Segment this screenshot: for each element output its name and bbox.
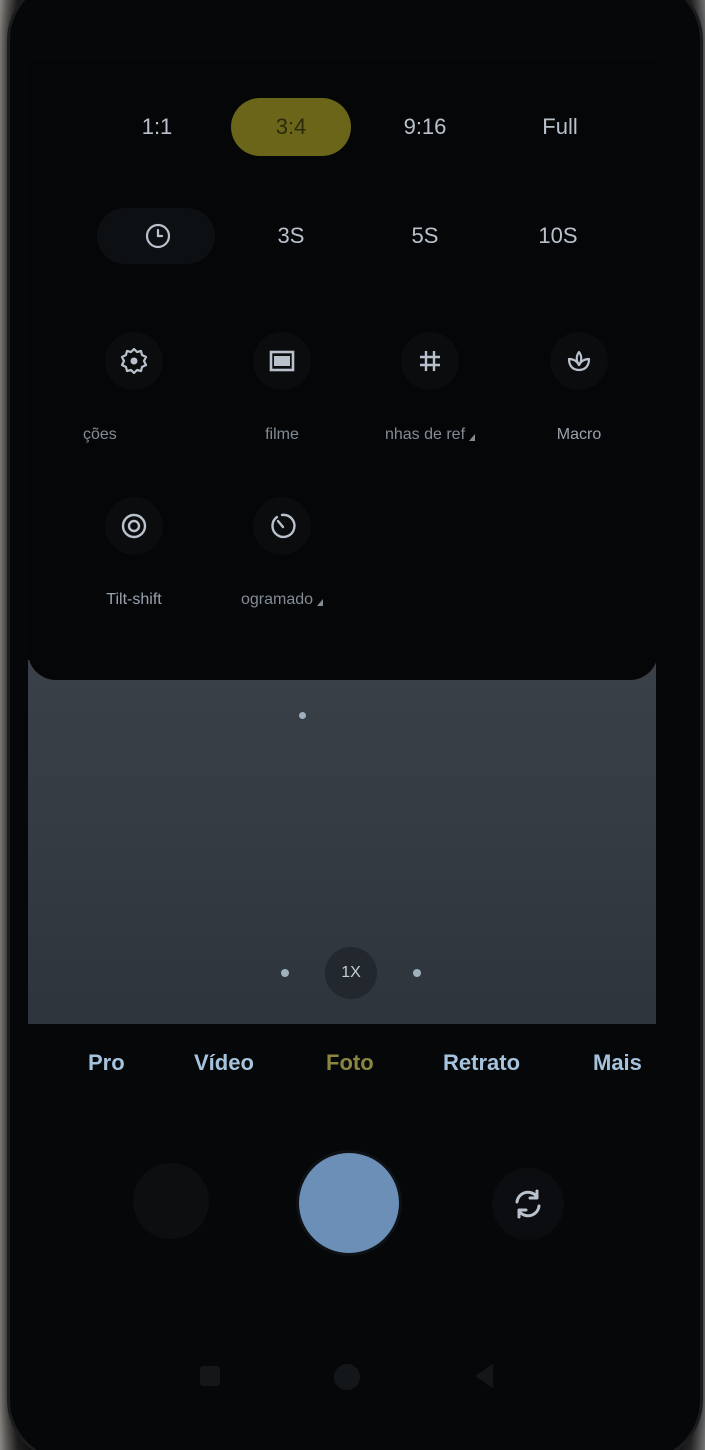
timer-row: 3S 5S 10S bbox=[0, 208, 705, 264]
focus-indicator bbox=[299, 712, 306, 719]
tile-settings-label: ções bbox=[83, 426, 117, 443]
clock-icon bbox=[145, 223, 171, 249]
zoom-row: 1X bbox=[0, 947, 705, 999]
camera-mode-selector: Pro Vídeo Foto Retrato Mais bbox=[0, 1050, 705, 1090]
timer-3s[interactable]: 3S bbox=[231, 208, 351, 264]
tile-scheduled-label: ogramado bbox=[217, 591, 347, 609]
mode-video[interactable]: Vídeo bbox=[194, 1050, 254, 1076]
gear-icon bbox=[120, 347, 148, 375]
tile-gridlines[interactable]: nhas de ref bbox=[365, 332, 495, 444]
expand-corner-icon bbox=[469, 434, 476, 441]
tile-scheduled[interactable]: ogramado bbox=[217, 497, 347, 609]
timer-off-button[interactable] bbox=[97, 208, 215, 264]
recents-icon[interactable] bbox=[200, 1366, 220, 1386]
macro-flower-icon bbox=[567, 350, 591, 372]
ratio-9-16[interactable]: 9:16 bbox=[365, 98, 485, 156]
mode-more[interactable]: Mais bbox=[593, 1050, 645, 1076]
tile-film-icon-wrap bbox=[253, 332, 311, 390]
back-icon[interactable] bbox=[475, 1364, 493, 1388]
mode-portrait[interactable]: Retrato bbox=[443, 1050, 520, 1076]
tile-film-label: filme bbox=[265, 426, 299, 443]
ratio-full[interactable]: Full bbox=[500, 98, 620, 156]
film-frame-icon bbox=[269, 350, 295, 372]
zoom-button[interactable]: 1X bbox=[325, 947, 377, 999]
grid-hash-icon bbox=[420, 351, 440, 371]
tile-tilt-shift-icon-wrap bbox=[105, 497, 163, 555]
switch-camera-icon bbox=[515, 1189, 541, 1219]
timer-dial-icon bbox=[271, 513, 296, 539]
timer-10s[interactable]: 10S bbox=[498, 208, 618, 264]
tile-scheduled-text: ogramado bbox=[240, 591, 314, 608]
ratio-1-1[interactable]: 1:1 bbox=[97, 98, 217, 156]
gallery-thumbnail[interactable] bbox=[133, 1163, 209, 1239]
tilt-shift-icon bbox=[121, 513, 147, 539]
tile-gridlines-text: nhas de ref bbox=[384, 426, 466, 443]
tile-gridlines-label: nhas de ref bbox=[365, 426, 495, 444]
tile-gridlines-icon-wrap bbox=[401, 332, 459, 390]
tile-macro[interactable]: Macro bbox=[514, 332, 644, 444]
tile-macro-icon-wrap bbox=[550, 332, 608, 390]
tile-tilt-shift-label: Tilt-shift bbox=[106, 591, 162, 608]
timer-5s[interactable]: 5S bbox=[365, 208, 485, 264]
tile-macro-label: Macro bbox=[556, 426, 602, 443]
system-navigation-bar bbox=[0, 1360, 705, 1394]
zoom-option-dot-left[interactable] bbox=[281, 969, 289, 977]
tile-scheduled-icon-wrap bbox=[253, 497, 311, 555]
home-icon[interactable] bbox=[334, 1364, 360, 1390]
zoom-option-dot-right[interactable] bbox=[413, 969, 421, 977]
aspect-ratio-row: 1:1 3:4 9:16 Full bbox=[0, 98, 705, 156]
switch-camera-button[interactable] bbox=[492, 1168, 564, 1240]
mode-photo[interactable]: Foto bbox=[326, 1050, 374, 1076]
mode-pro[interactable]: Pro bbox=[88, 1050, 125, 1076]
tile-tilt-shift[interactable]: Tilt-shift bbox=[69, 497, 199, 609]
tile-settings[interactable]: ções bbox=[69, 332, 199, 444]
tile-film[interactable]: filme bbox=[217, 332, 347, 444]
tile-settings-icon-wrap bbox=[105, 332, 163, 390]
expand-corner-icon bbox=[317, 599, 324, 606]
ratio-3-4[interactable]: 3:4 bbox=[231, 98, 351, 156]
shutter-button[interactable] bbox=[299, 1153, 399, 1253]
